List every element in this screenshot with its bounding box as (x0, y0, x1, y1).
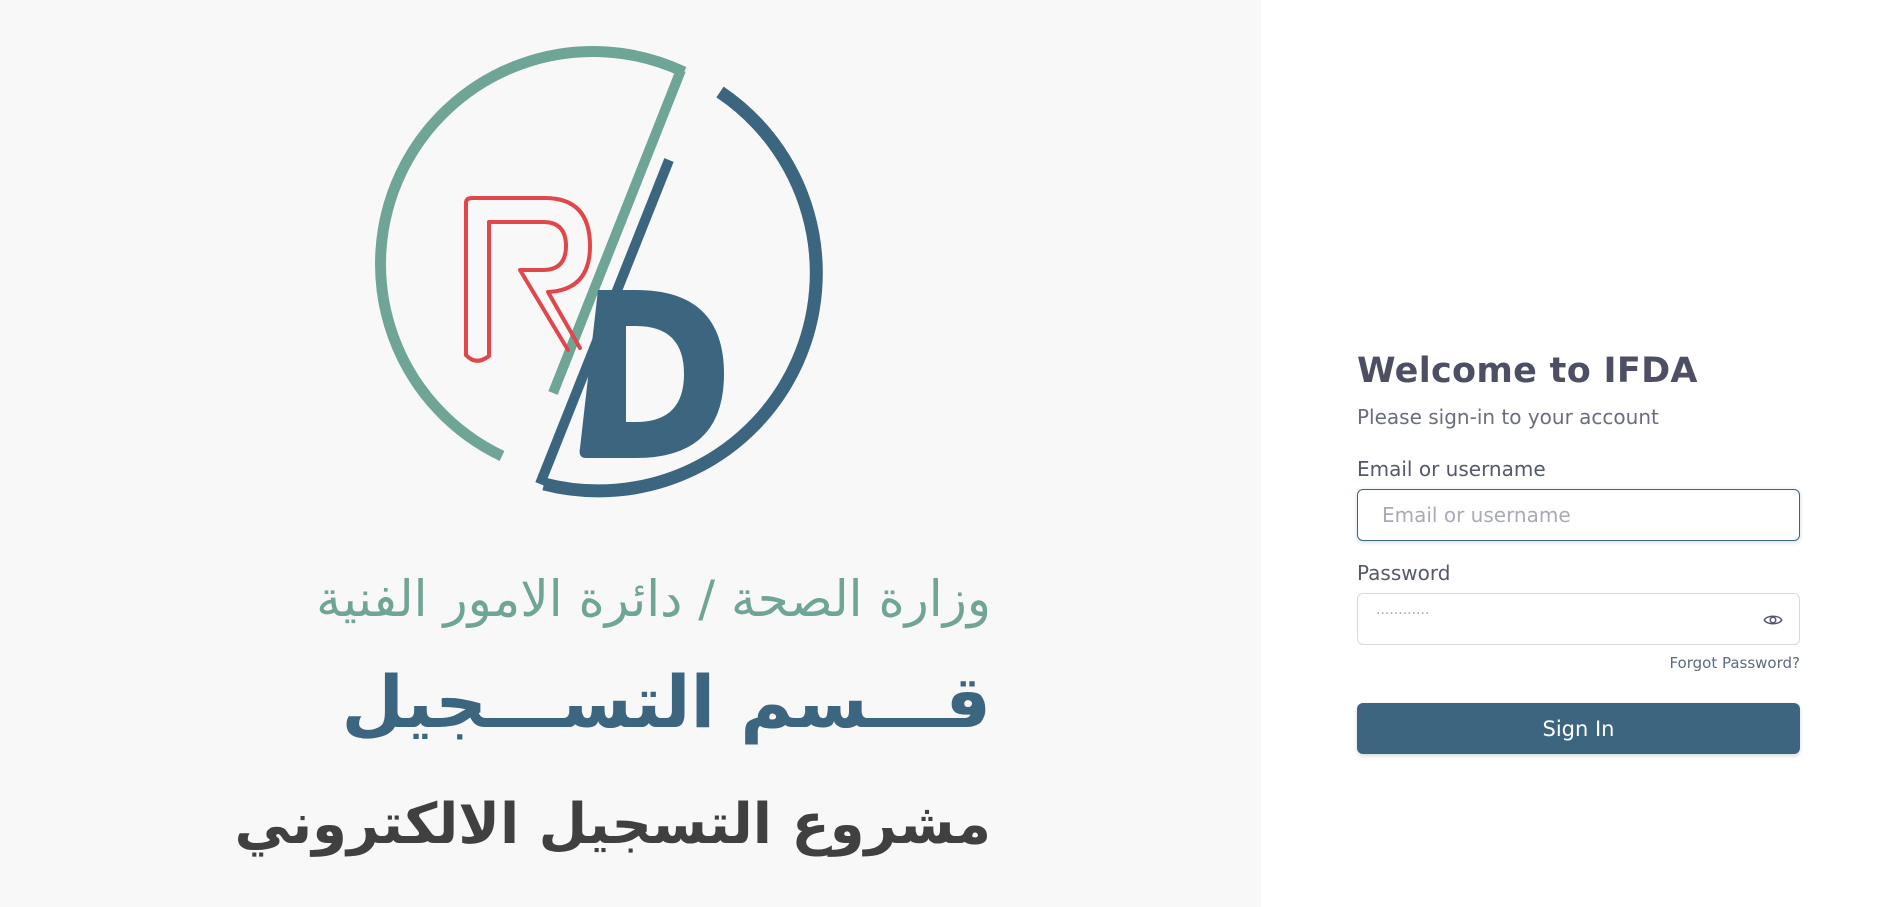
svg-text:RD: RD (0, 0, 2, 1)
email-label: Email or username (1357, 457, 1546, 481)
login-panel: Welcome to IFDA Please sign-in to your a… (1261, 0, 1880, 907)
email-field[interactable] (1358, 490, 1799, 540)
logo-letters: RD (0, 0, 2, 1)
signin-subtitle: Please sign-in to your account (1357, 405, 1659, 429)
e-registration-project-text: مشروع التسجيل الالكتروني (234, 792, 992, 857)
eye-icon[interactable] (1763, 610, 1783, 630)
forgot-password-link[interactable]: Forgot Password? (1357, 653, 1800, 673)
ministry-department-text: وزارة الصحة / دائرة الامور الفنية (316, 570, 991, 628)
password-mask: ············ (1376, 606, 1430, 622)
password-label: Password (1357, 561, 1451, 585)
welcome-title: Welcome to IFDA (1357, 351, 1698, 391)
sign-in-button[interactable]: Sign In (1357, 703, 1800, 754)
email-field-wrapper (1357, 489, 1800, 541)
branding-panel: RD وزارة الصحة / دائرة الامور الفنية قــ… (0, 0, 1261, 907)
registration-section-text: قـــسم التســـجيل (341, 660, 991, 744)
ministry-logo: RD (0, 0, 823, 498)
login-form: Welcome to IFDA Please sign-in to your a… (1357, 345, 1800, 754)
password-field[interactable]: ············ (1357, 593, 1800, 645)
